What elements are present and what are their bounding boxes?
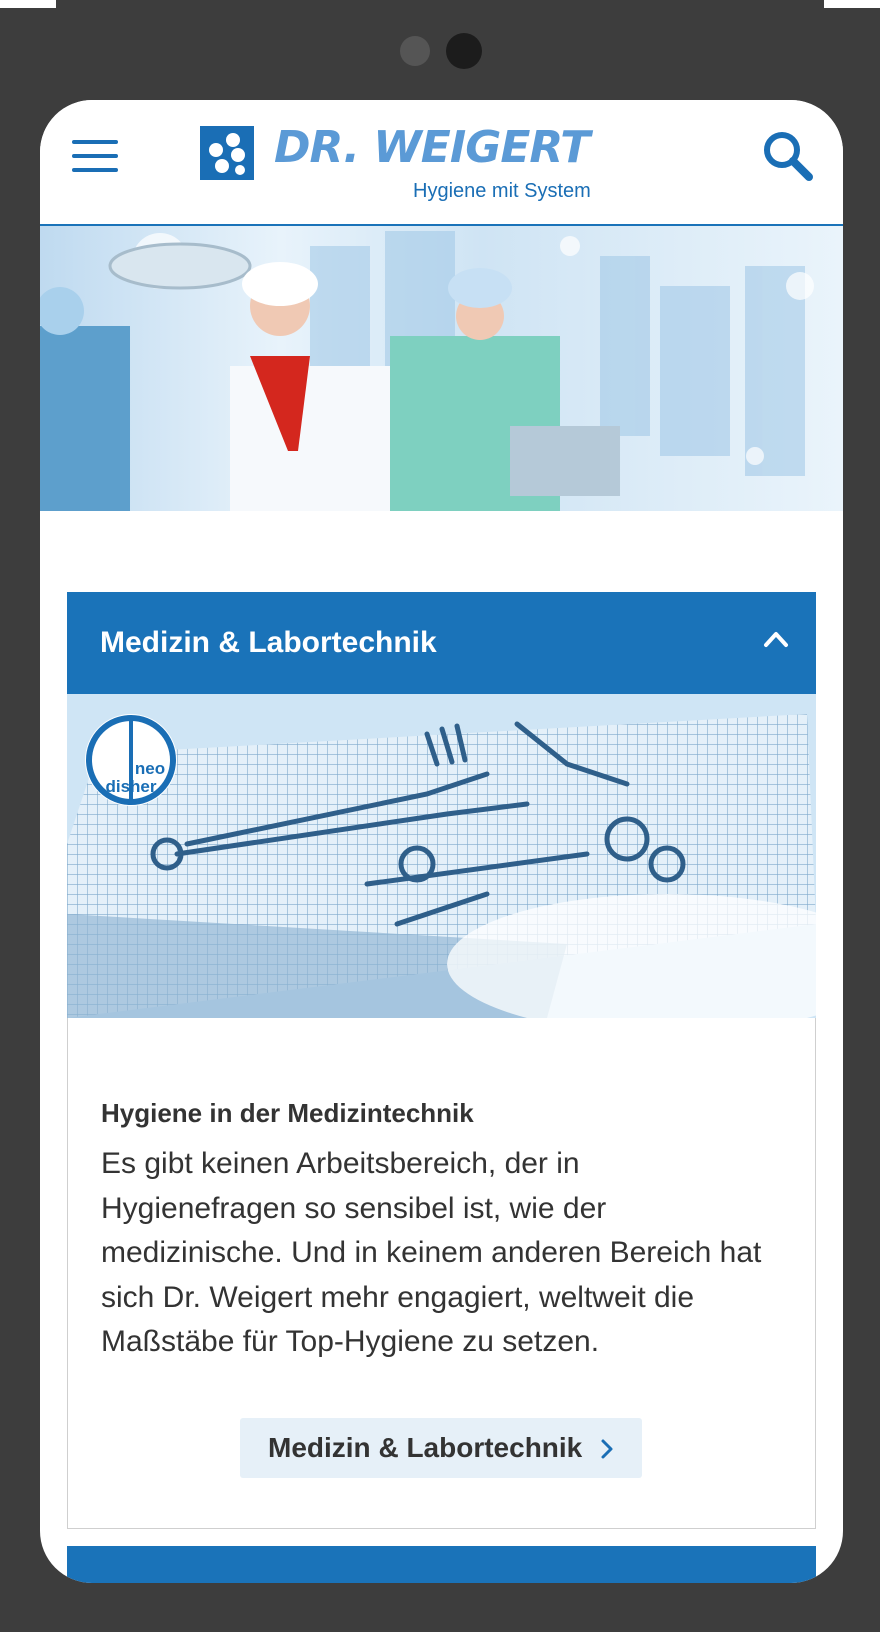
top-strip-right (824, 0, 880, 8)
svg-text:neo: neo (135, 759, 165, 778)
logo-name: DR. WEIGERT (274, 122, 590, 173)
chevron-right-icon (600, 1438, 614, 1460)
accordion-header-medizin[interactable]: Medizin & Labortechnik (67, 592, 816, 694)
hero-image (40, 226, 843, 511)
logo-tagline: Hygiene mit System (413, 180, 591, 202)
top-strip-left (0, 0, 56, 8)
button-label: Medizin & Labortechnik (268, 1432, 583, 1463)
medizin-labortechnik-button[interactable]: Medizin & Labortechnik (240, 1418, 642, 1478)
accordion-image-instruments: neo disher (67, 694, 816, 1018)
phone-screen: DR. WEIGERT Hygiene mit System Medizin &… (40, 100, 843, 1583)
accordion-title: Medizin & Labortechnik (100, 626, 437, 659)
brand-logo[interactable]: DR. WEIGERT Hygiene mit System (200, 122, 630, 204)
phone-camera (446, 33, 482, 69)
site-header: DR. WEIGERT Hygiene mit System (40, 100, 843, 226)
section-text: Es gibt keinen Arbeitsbereich, der in Hy… (101, 1147, 762, 1358)
next-accordion-header[interactable] (67, 1546, 816, 1583)
neodisher-badge: neo disher (85, 714, 177, 806)
search-icon[interactable] (760, 128, 816, 184)
logo-mark-icon (200, 126, 254, 180)
svg-text:disher: disher (105, 777, 156, 796)
phone-sensor (400, 36, 430, 66)
section-subtitle: Hygiene in der Medizintechnik (101, 1098, 474, 1128)
accordion-content: Hygiene in der Medizintechnik Es gibt ke… (67, 1018, 816, 1529)
hamburger-menu-icon[interactable] (72, 140, 118, 174)
chevron-up-icon[interactable] (763, 630, 789, 648)
